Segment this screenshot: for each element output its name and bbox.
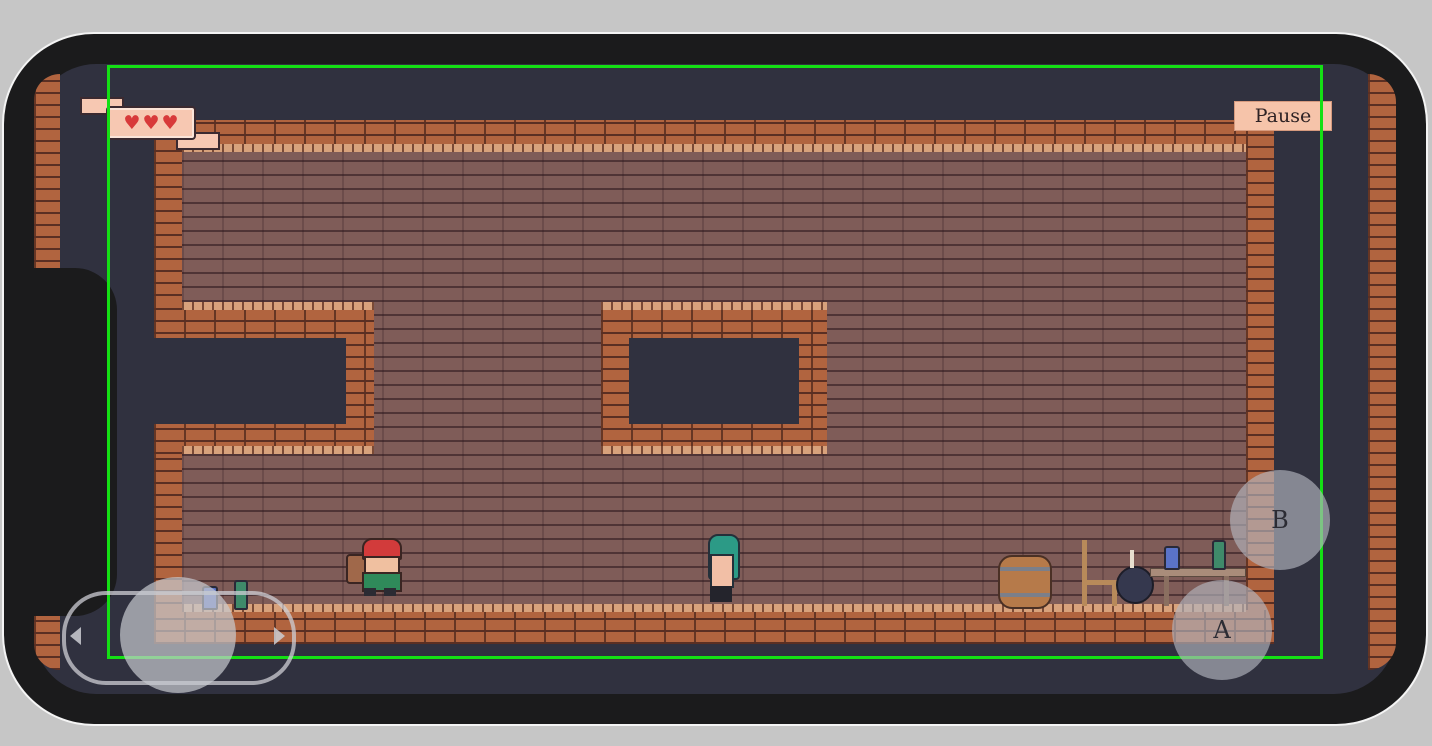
barrel: [998, 555, 1052, 609]
whale-enemy: [704, 534, 742, 606]
bottle-green-table: [1212, 540, 1226, 570]
arrow-right-icon: [274, 627, 285, 645]
bottle-blue-table: [1164, 546, 1180, 570]
health-panel: ♥ ♥ ♥: [106, 106, 196, 140]
center-window-bottom-trim: [601, 446, 827, 454]
top-wall-trim: [182, 144, 1246, 152]
phone-notch: [34, 268, 117, 616]
center-window-top-trim: [601, 302, 827, 310]
arrow-left-icon: [70, 627, 81, 645]
a-button[interactable]: A: [1172, 580, 1272, 680]
floor: [154, 610, 1274, 644]
left-opening-bottom-trim: [182, 446, 374, 454]
center-window: [629, 338, 799, 424]
b-button[interactable]: B: [1230, 470, 1330, 570]
joystick-knob[interactable]: [120, 577, 236, 693]
heart-icon: ♥: [161, 111, 179, 134]
left-opening: [154, 338, 346, 424]
right-edge-brick-wall: [1368, 74, 1396, 670]
heart-icon: ♥: [142, 111, 160, 134]
pause-button[interactable]: Pause: [1234, 101, 1332, 131]
chair: [1082, 540, 1118, 606]
heart-icon: ♥: [123, 111, 141, 134]
player-pirate: [344, 534, 406, 598]
left-opening-top-trim: [182, 302, 374, 310]
bomb-fuse: [1130, 550, 1134, 568]
bomb: [1116, 566, 1154, 604]
